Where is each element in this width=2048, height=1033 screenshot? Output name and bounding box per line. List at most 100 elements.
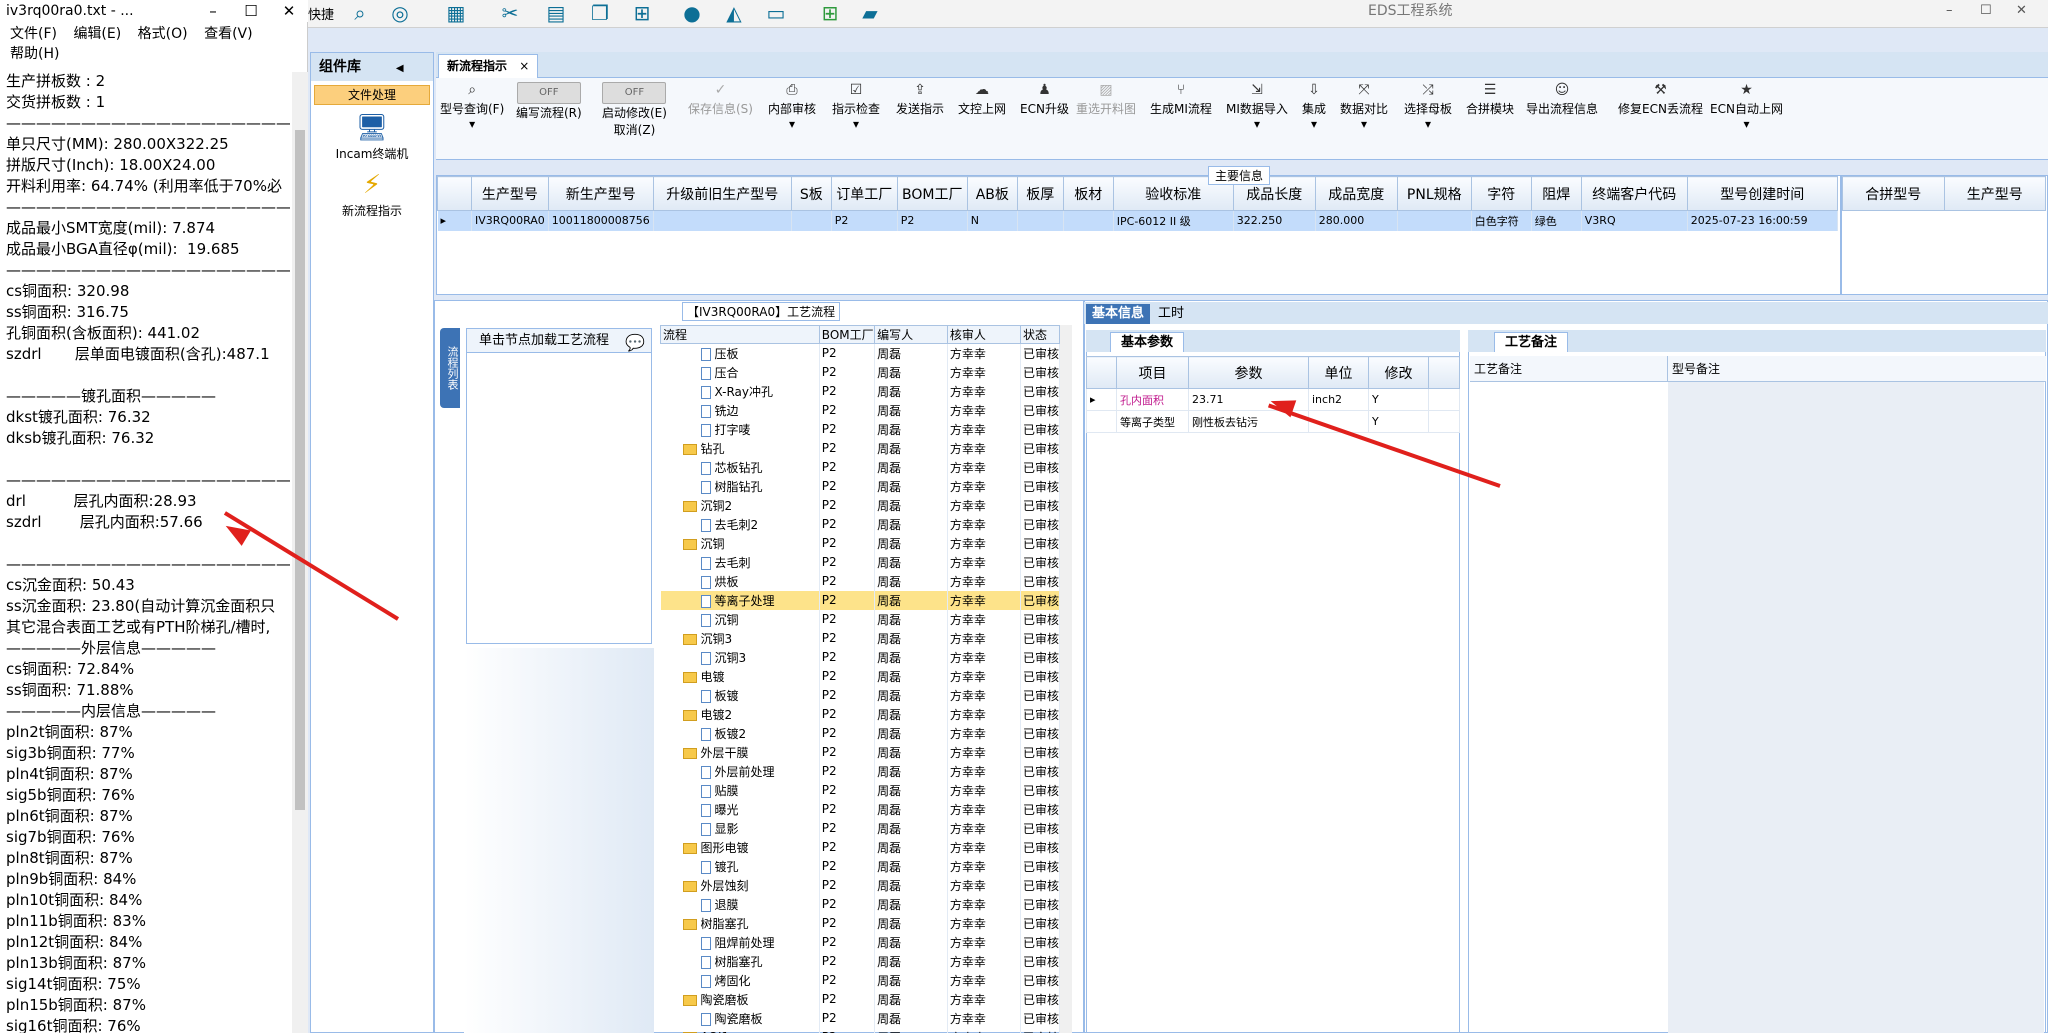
chart-icon[interactable]: ◭ [722, 2, 746, 24]
search-icon[interactable]: ⌕ [348, 2, 372, 24]
main-cell[interactable] [1063, 210, 1114, 231]
menu-format[interactable]: 格式(O) [138, 26, 188, 42]
send-instruction-button[interactable]: ⇪ 发送指示 [896, 82, 944, 117]
workflow-node[interactable]: 树脂钻孔 [660, 476, 820, 496]
workflow-node[interactable]: 外层干膜 [660, 742, 820, 762]
workflow-row[interactable]: 显影 P2 周磊 方幸幸 已审核 [660, 818, 1061, 838]
menu-view[interactable]: 查看(V) [204, 26, 253, 42]
workflow-node[interactable]: 沉铜2 [660, 495, 820, 515]
main-cell[interactable]: V3RQ [1581, 210, 1688, 231]
main-col-header[interactable]: 新生产型号 [547, 176, 654, 211]
scissors-icon[interactable]: ✂ [498, 2, 522, 24]
model-memo-area[interactable] [1668, 382, 2044, 1033]
model-query-button[interactable]: ⌕ 型号查询(F) ▾ [440, 82, 504, 131]
grid-icon[interactable]: ⊞ [630, 2, 654, 24]
close-button[interactable]: ✕ [270, 2, 308, 20]
lifebuoy-icon[interactable]: ◎ [388, 2, 412, 24]
workflow-node[interactable]: 图形电镀 [660, 837, 820, 857]
ecn-upgrade-button[interactable]: ♟ ECN升级 [1020, 82, 1069, 117]
mi-import-button[interactable]: ⇲ MI数据导入 ▾ [1226, 82, 1288, 131]
minimize-button[interactable]: – [194, 2, 232, 20]
workflow-node[interactable]: 去毛刺 [660, 552, 820, 572]
workflow-row[interactable]: X-Ray冲孔 P2 周磊 方幸幸 已审核 [660, 381, 1061, 401]
tab-work-hours[interactable]: 工时 [1152, 304, 1190, 324]
workflow-node[interactable]: 板镀 [660, 685, 820, 705]
reselect-cutting-button[interactable]: ▨ 重选开料图 [1076, 82, 1136, 117]
write-flow-switch[interactable]: OFF [516, 82, 581, 104]
workflow-node[interactable]: 沉铜 [660, 533, 820, 553]
workflow-row[interactable]: 陶瓷磨板 P2 周磊 方幸幸 已审核 [660, 989, 1061, 1009]
user-icon[interactable]: ● [680, 2, 704, 24]
main-cell[interactable]: 2025-07-23 16:00:59 [1687, 210, 1838, 231]
main-col-header[interactable]: 字符 [1470, 176, 1532, 211]
workflow-row[interactable]: 板镀2 P2 周磊 方幸幸 已审核 [660, 723, 1061, 743]
tab-basic-params[interactable]: 基本参数 [1110, 332, 1185, 352]
select-mother-board-button[interactable]: ⤮ 选择母板 ▾ [1404, 82, 1452, 131]
workflow-row[interactable]: 沉铜 P2 周磊 方幸幸 已审核 [660, 533, 1061, 553]
main-col-header[interactable]: 终端客户代码 [1580, 176, 1688, 211]
workflow-node[interactable]: 电镀 [660, 666, 820, 686]
workflow-node[interactable]: 烘板 [660, 571, 820, 591]
tab-process-memo[interactable]: 工艺备注 [1494, 332, 1569, 352]
repair-ecn-button[interactable]: ⚒ 修复ECN丢流程 [1618, 82, 1703, 117]
book-icon[interactable]: ▰ [858, 2, 882, 24]
params-cell[interactable]: 孔内面积 [1116, 388, 1189, 411]
workflow-node[interactable]: 去毛刺2 [660, 514, 820, 534]
ecn-auto-online-button[interactable]: ★ ECN自动上网 ▾ [1710, 82, 1783, 131]
app-maximize-button[interactable]: ☐ [1980, 3, 1992, 18]
params-cell[interactable]: 等离子类型 [1116, 410, 1189, 433]
workflow-row[interactable]: 镀孔 P2 周磊 方幸幸 已审核 [660, 856, 1061, 876]
workflow-node[interactable]: 铣边 [660, 400, 820, 420]
workflow-row[interactable]: 外层前处理 P2 周磊 方幸幸 已审核 [660, 761, 1061, 781]
main-col-header[interactable]: AB板 [966, 176, 1018, 211]
workflow-node[interactable]: 贴膜 [660, 780, 820, 800]
new-flow-item[interactable]: ⚡ 新流程指示 [311, 170, 433, 219]
doc-online-button[interactable]: ☁ 文控上网 [958, 82, 1006, 117]
table-icon[interactable]: ▦ [444, 2, 468, 24]
start-modify-toggle[interactable]: OFF 启动修改(E) 取消(Z) [602, 82, 667, 138]
main-cell[interactable]: 10011800008756 [548, 210, 654, 231]
menu-file[interactable]: 文件(F) [10, 26, 57, 42]
params-cell[interactable]: Y [1368, 388, 1429, 411]
workflow-row[interactable]: 外层蚀刻 P2 周磊 方幸幸 已审核 [660, 875, 1061, 895]
tab-basic-info[interactable]: 基本信息 [1086, 304, 1151, 324]
workflow-row[interactable]: 等离子处理 P2 周磊 方幸幸 已审核 [660, 590, 1061, 610]
main-cell[interactable]: N [967, 210, 1018, 231]
file-processing-group[interactable]: 文件处理 [314, 85, 430, 105]
app-minimize-button[interactable]: – [1946, 3, 1953, 18]
workflow-node[interactable]: 电镀2 [660, 704, 820, 724]
workflow-node[interactable]: 镀孔 [660, 856, 820, 876]
workflow-node[interactable]: 钻孔 [660, 438, 820, 458]
workflow-node[interactable]: 烤固化 [660, 970, 820, 990]
workflow-node[interactable]: 树脂塞孔 [660, 913, 820, 933]
main-col-header[interactable]: 生产型号 [471, 176, 549, 211]
workflow-row[interactable]: 外层干膜 P2 周磊 方幸幸 已审核 [660, 742, 1061, 762]
workflow-row[interactable]: 钻孔 P2 周磊 方幸幸 已审核 [660, 438, 1061, 458]
main-cell[interactable] [653, 210, 792, 231]
workflow-row[interactable]: 压合 P2 周磊 方幸幸 已审核 [660, 362, 1061, 382]
data-compare-button[interactable]: ⤧ 数据对比 ▾ [1340, 82, 1388, 131]
workflow-node[interactable]: 打字唛 [660, 419, 820, 439]
workflow-row[interactable]: 树脂塞孔 P2 周磊 方幸幸 已审核 [660, 951, 1061, 971]
workflow-row[interactable]: 图形电镀 P2 周磊 方幸幸 已审核 [660, 837, 1061, 857]
main-cell[interactable] [791, 210, 832, 231]
workflow-node[interactable]: 曝光 [660, 799, 820, 819]
main-col-header[interactable]: 成品宽度 [1314, 176, 1398, 211]
main-info-row[interactable]: ▸ IV3RQ00RA0 10011800008756 P2 P2 N IPC-6012 I… [437, 210, 1838, 231]
main-cell[interactable]: IV3RQ00RA0 [471, 210, 549, 231]
incam-terminal-item[interactable]: 🖥 Incam终端机 [311, 113, 433, 162]
workflow-row[interactable]: 沉铜3 P2 周磊 方幸幸 已审核 [660, 628, 1061, 648]
workflow-row[interactable]: 曝光 P2 周磊 方幸幸 已审核 [660, 799, 1061, 819]
main-col-header[interactable]: 阻焊 [1530, 176, 1582, 211]
workflow-row[interactable]: 贴膜 P2 周磊 方幸幸 已审核 [660, 780, 1061, 800]
export-flow-info-button[interactable]: ☺ 导出流程信息 [1526, 82, 1598, 117]
collapse-icon[interactable]: ◀ [396, 63, 404, 74]
write-flow-toggle[interactable]: OFF 编写流程(R) [516, 82, 582, 121]
main-cell[interactable]: 白色字符 [1471, 210, 1532, 231]
main-col-header[interactable]: 型号创建时间 [1686, 176, 1838, 211]
workflow-node[interactable]: 沉铜3 [660, 647, 820, 667]
workflow-row[interactable]: 沉铜 P2 周磊 方幸幸 已审核 [660, 609, 1061, 629]
menu-edit[interactable]: 编辑(E) [73, 26, 121, 42]
workflow-scrollbar[interactable] [1060, 325, 1072, 1033]
workflow-row[interactable]: 电镀 P2 周磊 方幸幸 已审核 [660, 666, 1061, 686]
